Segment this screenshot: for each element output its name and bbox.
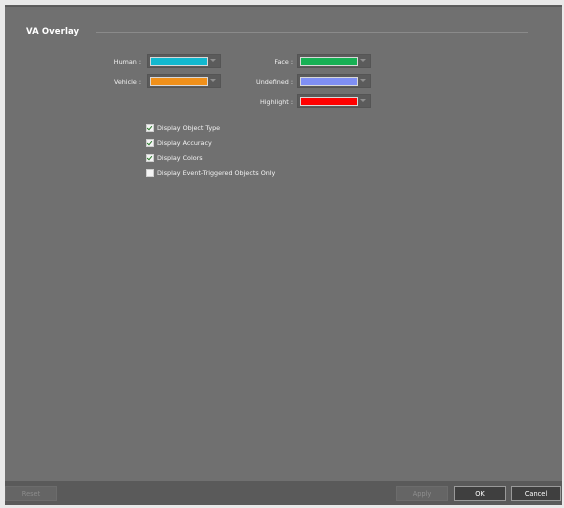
vehicle-color-swatch	[150, 77, 208, 86]
undefined-color-picker[interactable]	[297, 74, 371, 88]
panel-top-border	[5, 6, 562, 7]
checkbox[interactable]	[146, 168, 154, 177]
option-label: Display Event-Triggered Objects Only	[157, 168, 276, 177]
vehicle-color-label: Vehicle :	[113, 78, 141, 86]
apply-button[interactable]: Apply	[396, 486, 448, 501]
checkbox[interactable]	[146, 153, 154, 162]
highlight-color-swatch	[300, 97, 358, 106]
option-label: Display Accuracy	[157, 138, 212, 147]
option-display-accuracy[interactable]: Display Accuracy	[146, 137, 212, 148]
dialog-footer: Reset Apply OK Cancel	[5, 481, 562, 505]
face-color-picker[interactable]	[297, 54, 371, 68]
option-display-colors[interactable]: Display Colors	[146, 152, 203, 163]
checkbox[interactable]	[146, 138, 154, 147]
section-title: VA Overlay	[26, 27, 80, 37]
reset-button[interactable]: Reset	[5, 486, 57, 501]
option-label: Display Object Type	[157, 123, 221, 132]
option-label: Display Colors	[157, 153, 203, 162]
cancel-button[interactable]: Cancel	[511, 486, 561, 501]
vehicle-color-picker[interactable]	[147, 74, 221, 88]
highlight-color-label: Highlight :	[259, 98, 293, 106]
human-color-picker[interactable]	[147, 54, 221, 68]
human-color-swatch	[150, 57, 208, 66]
ok-button[interactable]: OK	[454, 486, 506, 501]
section-divider	[96, 32, 528, 33]
chevron-down-icon	[360, 59, 366, 62]
undefined-color-label: Undefined :	[256, 78, 293, 86]
undefined-color-swatch	[300, 77, 358, 86]
face-color-label: Face :	[274, 58, 293, 66]
chevron-down-icon	[360, 79, 366, 82]
face-color-swatch	[300, 57, 358, 66]
human-color-label: Human :	[113, 58, 141, 66]
option-display-object-type[interactable]: Display Object Type	[146, 122, 220, 133]
highlight-color-picker[interactable]	[297, 94, 371, 108]
option-display-event-triggered-only[interactable]: Display Event-Triggered Objects Only	[146, 167, 275, 178]
settings-panel: VA Overlay Human : Vehicle : Face : Unde…	[5, 5, 562, 481]
chevron-down-icon	[360, 99, 366, 102]
checkbox[interactable]	[146, 123, 154, 132]
